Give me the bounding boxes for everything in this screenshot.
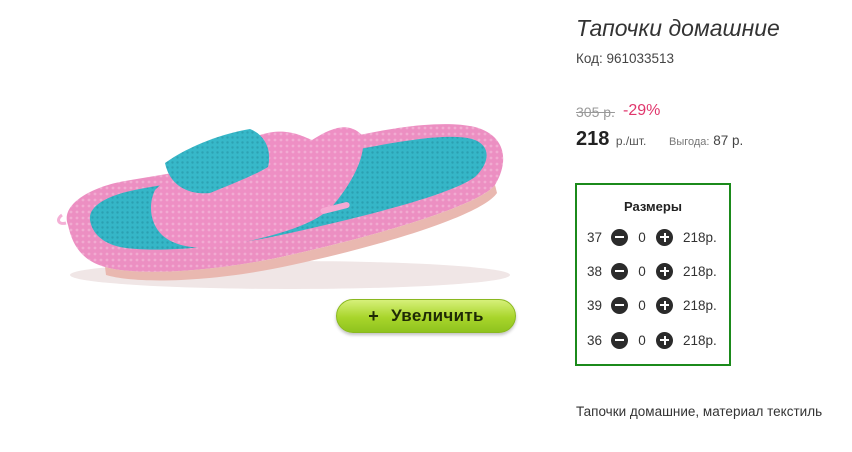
savings-value: 87 р. [713, 133, 744, 148]
size-number: 36 [587, 332, 603, 348]
size-price: 218р. [683, 297, 717, 313]
slipper-image [57, 124, 510, 289]
plus-button[interactable] [656, 228, 673, 246]
minus-button[interactable] [611, 262, 628, 280]
plus-button[interactable] [656, 331, 673, 349]
minus-button[interactable] [611, 228, 628, 246]
sizes-panel: Размеры 37 0 218р. 38 0 218р. 39 0 218р.… [575, 183, 731, 366]
plus-icon: + [368, 305, 380, 326]
old-price: 305 р. [576, 104, 615, 120]
size-price: 218р. [683, 263, 717, 279]
price: 218 р./шт. [576, 128, 646, 151]
price-value: 218 [576, 128, 610, 150]
quantity-value[interactable]: 0 [628, 264, 656, 279]
size-row: 39 0 218р. [587, 295, 717, 315]
size-row: 38 0 218р. [587, 261, 717, 281]
product-description: Тапочки домашние, материал текстиль [576, 404, 823, 419]
minus-icon [615, 339, 624, 341]
product-image[interactable] [50, 95, 510, 300]
minus-icon [615, 270, 624, 272]
minus-icon [615, 304, 624, 306]
size-row: 36 0 218р. [587, 330, 717, 350]
quantity-value[interactable]: 0 [628, 230, 656, 245]
size-price: 218р. [683, 229, 717, 245]
minus-button[interactable] [611, 331, 628, 349]
plus-button[interactable] [656, 296, 673, 314]
zoom-button-label: Увеличить [391, 306, 484, 325]
price-unit: р./шт. [615, 134, 647, 148]
quantity-value[interactable]: 0 [628, 298, 656, 313]
size-number: 37 [587, 229, 603, 245]
size-number: 38 [587, 263, 603, 279]
minus-button[interactable] [611, 296, 628, 314]
zoom-button[interactable]: + Увеличить [336, 299, 516, 333]
plus-button[interactable] [656, 262, 673, 280]
size-number: 39 [587, 297, 603, 313]
size-row: 37 0 218р. [587, 227, 717, 247]
discount-badge: -29% [623, 102, 661, 119]
sizes-title: Размеры [624, 199, 682, 214]
product-code: Код: 961033513 [576, 51, 675, 66]
quantity-value[interactable]: 0 [628, 333, 656, 348]
savings: Выгода: 87 р. [669, 133, 743, 148]
savings-label: Выгода: [669, 136, 710, 148]
size-price: 218р. [683, 332, 717, 348]
product-title: Тапочки домашние [576, 15, 780, 41]
minus-icon [615, 236, 624, 238]
